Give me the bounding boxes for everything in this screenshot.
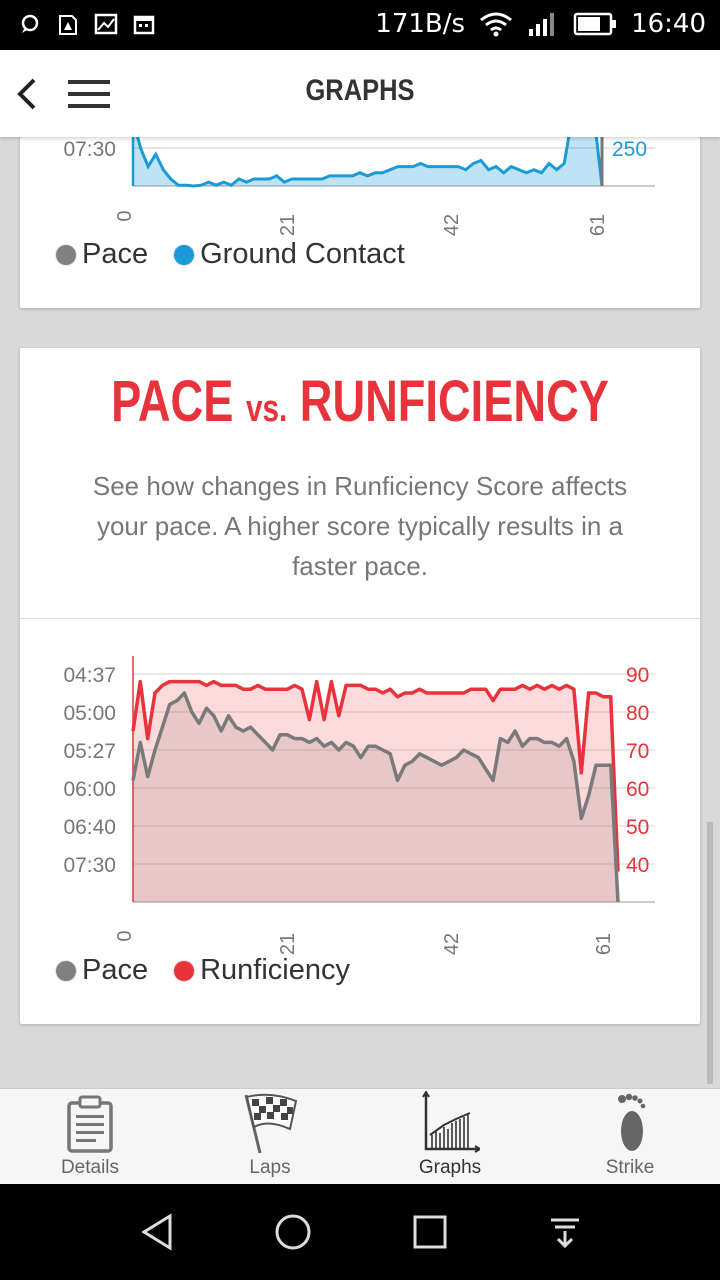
chart-legend: Pace Ground Contact bbox=[56, 238, 431, 271]
x-tick: 42 bbox=[441, 933, 463, 955]
y-left-tick: 07:30 bbox=[63, 854, 116, 877]
x-tick: 42 bbox=[441, 214, 463, 236]
title-pace: PACE bbox=[111, 369, 234, 434]
y-left-tick: 07:30 bbox=[63, 138, 116, 161]
bar-graph-icon bbox=[422, 1091, 480, 1153]
tab-details[interactable]: Details bbox=[0, 1089, 180, 1185]
pace-runficiency-chart: 90 04:37 80 05:00 70 05:27 60 06:00 50 06:40 40 07:… bbox=[63, 656, 655, 955]
x-tick: 21 bbox=[277, 214, 299, 236]
x-tick: 61 bbox=[587, 214, 609, 236]
y-left-tick: 04:37 bbox=[63, 664, 116, 687]
y-left-tick: 05:00 bbox=[63, 702, 116, 725]
checkered-flag-icon bbox=[244, 1093, 298, 1154]
home-circle-icon[interactable] bbox=[273, 1212, 313, 1252]
sim-card-icon bbox=[59, 15, 77, 35]
x-axis-ticks: 0 21 42 61 bbox=[114, 210, 609, 236]
status-bar: 171B/s 16:40 bbox=[0, 0, 720, 50]
y-right-tick: 80 bbox=[626, 702, 649, 725]
legend-label: Runficiency bbox=[200, 954, 351, 986]
wifi-icon bbox=[480, 12, 512, 37]
card-description: See how changes in Runficiency Score aff… bbox=[92, 471, 628, 581]
tab-label: Laps bbox=[249, 1157, 291, 1178]
x-tick: 21 bbox=[277, 933, 299, 955]
legend-label: Pace bbox=[82, 238, 149, 270]
tab-label: Strike bbox=[605, 1157, 655, 1178]
legend-item: Ground Contact bbox=[174, 238, 405, 271]
chart-legend: Pace Runficiency bbox=[56, 954, 376, 987]
system-nav-bar bbox=[0, 1184, 720, 1280]
chat-icon bbox=[21, 14, 39, 33]
y-right-tick: 70 bbox=[626, 740, 649, 763]
notification-pull-icon[interactable] bbox=[545, 1212, 585, 1252]
ground-contact-card: 07:30 250 0 21 42 61 Pace Ground Contact bbox=[20, 120, 700, 308]
legend-dot bbox=[56, 244, 76, 265]
back-arrow-icon[interactable] bbox=[8, 72, 48, 116]
pace-vs-runficiency-card: PACE vs. RUNFICIENCY See how changes in … bbox=[20, 348, 700, 1024]
calendar-icon bbox=[133, 15, 155, 35]
x-tick: 61 bbox=[593, 933, 615, 955]
back-triangle-icon[interactable] bbox=[138, 1212, 178, 1252]
battery-icon bbox=[573, 12, 617, 36]
card-title: PACE vs. RUNFICIENCY bbox=[95, 368, 625, 435]
tab-strike[interactable]: Strike bbox=[540, 1089, 720, 1185]
bottom-nav: Details Laps Graphs Strike bbox=[0, 1088, 720, 1185]
tab-label: Details bbox=[60, 1157, 120, 1178]
y-right-tick: 60 bbox=[626, 778, 649, 801]
tab-graphs[interactable]: Graphs bbox=[360, 1089, 540, 1185]
image-icon bbox=[94, 13, 118, 35]
legend-dot bbox=[174, 960, 195, 981]
title-runficiency: RUNFICIENCY bbox=[299, 369, 609, 434]
legend-label: Ground Contact bbox=[200, 238, 405, 270]
scrollbar[interactable] bbox=[707, 822, 713, 1084]
clock: 16:40 bbox=[631, 9, 706, 39]
divider bbox=[20, 618, 700, 619]
clipboard-icon bbox=[67, 1095, 113, 1153]
signal-icon bbox=[529, 13, 555, 36]
footprint-icon bbox=[618, 1093, 646, 1151]
y-left-tick: 06:40 bbox=[63, 816, 116, 839]
page-title: GRAPHS bbox=[305, 74, 415, 107]
ground-contact-chart: 07:30 250 0 21 42 61 bbox=[63, 120, 655, 236]
legend-item: Pace bbox=[56, 954, 148, 987]
net-speed: 171B/s bbox=[375, 9, 466, 39]
y-right-tick: 90 bbox=[626, 664, 649, 687]
recents-square-icon[interactable] bbox=[410, 1212, 450, 1252]
legend-item: Runficiency bbox=[174, 954, 350, 987]
tab-label: Graphs bbox=[418, 1157, 482, 1178]
x-tick: 0 bbox=[114, 210, 136, 221]
y-right-tick: 40 bbox=[626, 854, 649, 877]
legend-dot bbox=[56, 960, 76, 981]
title-vs: vs. bbox=[245, 388, 288, 430]
y-left-tick: 06:00 bbox=[63, 778, 116, 801]
y-right-tick: 50 bbox=[626, 816, 649, 839]
y-left-tick: 05:27 bbox=[63, 740, 116, 763]
app-bar: GRAPHS bbox=[0, 50, 720, 137]
x-tick: 0 bbox=[114, 930, 136, 941]
tab-laps[interactable]: Laps bbox=[180, 1089, 360, 1185]
legend-dot bbox=[174, 244, 195, 265]
legend-item: Pace bbox=[56, 238, 148, 271]
legend-label: Pace bbox=[82, 954, 149, 986]
y-right-tick: 250 bbox=[612, 138, 647, 161]
